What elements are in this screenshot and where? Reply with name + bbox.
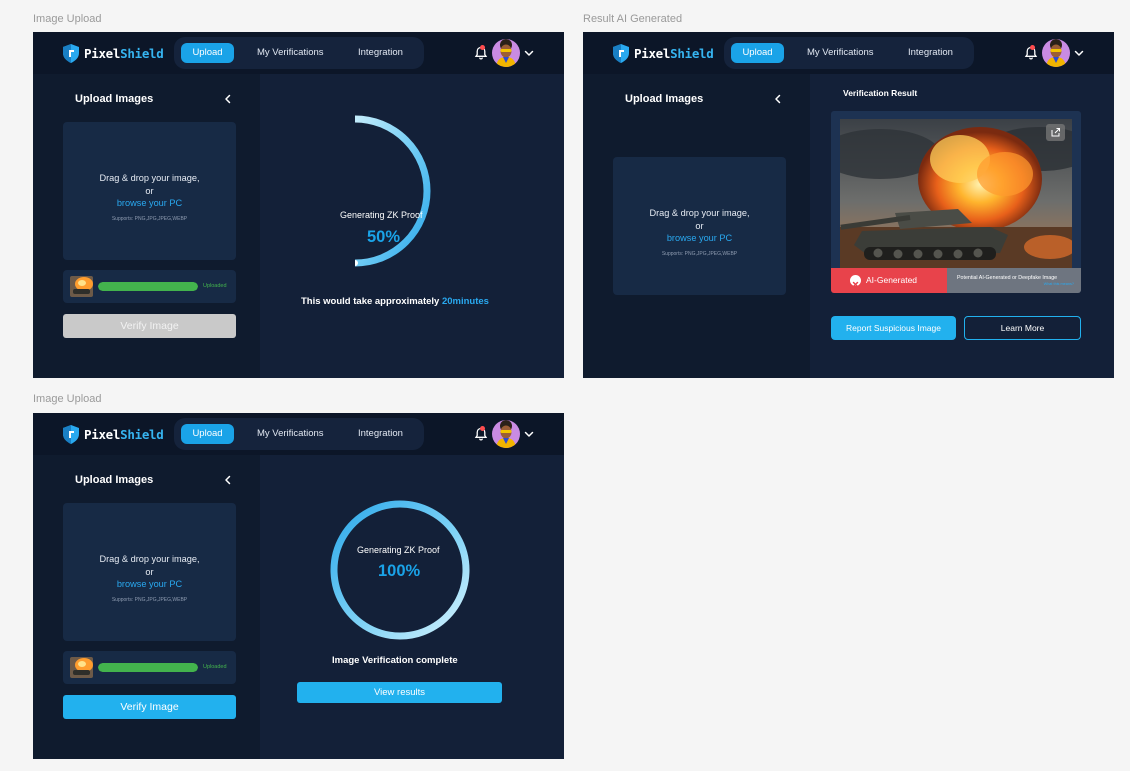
notification-dot xyxy=(1030,45,1035,50)
proof-area: Generating ZK Proof 100% Image Verificat… xyxy=(260,455,564,759)
top-bar: PixelShield Upload My Verifications Inte… xyxy=(33,413,564,455)
uploaded-file-row: Uploaded xyxy=(63,651,236,684)
browse-link[interactable]: browse your PC xyxy=(613,232,786,245)
file-thumbnail xyxy=(70,657,93,678)
proof-label: Generating ZK Proof xyxy=(340,210,423,220)
dropzone[interactable]: Drag & drop your image, or browse your P… xyxy=(63,122,236,260)
dropzone-or: or xyxy=(145,185,154,196)
proof-progress-arc xyxy=(355,115,431,267)
logo[interactable]: PixelShield xyxy=(63,425,164,444)
upload-panel-title: Upload Images xyxy=(625,93,704,105)
dropzone-text: Drag & drop your image, xyxy=(99,554,200,564)
main-nav: Upload My Verifications Integration xyxy=(174,418,424,450)
proof-percent: 50% xyxy=(367,228,401,246)
verification-complete-text: Image Verification complete xyxy=(332,655,458,666)
logo[interactable]: PixelShield xyxy=(63,44,164,63)
upload-screen-complete: PixelShield Upload My Verifications Inte… xyxy=(33,413,564,759)
frame-label: Image Upload xyxy=(33,13,102,25)
shield-logo-icon xyxy=(63,44,79,63)
share-icon[interactable] xyxy=(1046,124,1065,141)
chevron-down-icon[interactable] xyxy=(524,48,534,58)
nav-my-verifications[interactable]: My Verifications xyxy=(257,43,324,63)
upload-progress-bar xyxy=(98,663,198,672)
supported-formats: Supports: PNG,JPG,JPEG,WEBP xyxy=(111,596,188,603)
proof-percent: 100% xyxy=(378,562,421,580)
notification-dot xyxy=(480,426,485,431)
logo[interactable]: PixelShield xyxy=(613,44,714,63)
view-results-button[interactable]: View results xyxy=(297,682,502,703)
dropzone[interactable]: Drag & drop your image, or browse your P… xyxy=(63,503,236,641)
upload-screen-progress: PixelShield Upload My Verifications Inte… xyxy=(33,32,564,378)
notification-dot xyxy=(480,45,485,50)
upload-progress-fill xyxy=(98,282,198,291)
logo-text: PixelShield xyxy=(84,427,164,442)
verified-image xyxy=(840,119,1072,269)
upload-status: Uploaded xyxy=(203,283,227,289)
browse-link[interactable]: browse your PC xyxy=(63,578,236,591)
dropzone[interactable]: Drag & drop your image, or browse your P… xyxy=(613,157,786,295)
nav-my-verifications[interactable]: My Verifications xyxy=(257,424,324,444)
browse-link[interactable]: browse your PC xyxy=(63,197,236,210)
logo-text: PixelShield xyxy=(634,46,714,61)
upload-panel: Upload Images Drag & drop your image, or… xyxy=(33,74,260,378)
upload-panel-title: Upload Images xyxy=(75,474,154,486)
upload-panel: Upload Images Drag & drop your image, or… xyxy=(33,455,260,759)
top-bar: PixelShield Upload My Verifications Inte… xyxy=(583,32,1114,74)
frame-label: Image Upload xyxy=(33,393,102,405)
verification-result-title: Verification Result xyxy=(843,88,918,98)
shield-logo-icon xyxy=(63,425,79,444)
uploaded-file-row: Uploaded xyxy=(63,270,236,303)
nav-upload[interactable]: Upload xyxy=(181,424,234,444)
verify-image-button[interactable]: Verify Image xyxy=(63,314,236,338)
upload-panel-title: Upload Images xyxy=(75,93,154,105)
dropzone-or: or xyxy=(695,220,704,231)
supported-formats: Supports: PNG,JPG,JPEG,WEBP xyxy=(661,250,738,257)
avatar[interactable] xyxy=(492,420,520,448)
chevron-down-icon[interactable] xyxy=(1074,48,1084,58)
nav-my-verifications[interactable]: My Verifications xyxy=(807,43,874,63)
dropzone-or: or xyxy=(145,566,154,577)
upload-status: Uploaded xyxy=(203,664,227,670)
nav-upload[interactable]: Upload xyxy=(731,43,784,63)
chevron-left-icon[interactable] xyxy=(223,93,233,105)
eta-text: This would take approximately 20minutes xyxy=(301,296,489,307)
avatar[interactable] xyxy=(492,39,520,67)
nav-integration[interactable]: Integration xyxy=(358,424,403,444)
upload-progress-bar xyxy=(98,282,198,291)
learn-more-button[interactable]: Learn More xyxy=(964,316,1081,340)
proof-area: Generating ZK Proof 50% This would take … xyxy=(260,74,564,378)
proof-label: Generating ZK Proof xyxy=(357,545,440,555)
chevron-left-icon[interactable] xyxy=(223,474,233,486)
result-screen: PixelShield Upload My Verifications Inte… xyxy=(583,32,1114,378)
dropzone-text: Drag & drop your image, xyxy=(99,173,200,183)
what-this-means-link[interactable]: What this means? xyxy=(1044,282,1074,286)
shield-logo-icon xyxy=(613,44,629,63)
chevron-down-icon[interactable] xyxy=(524,429,534,439)
avatar[interactable] xyxy=(1042,39,1070,67)
supported-formats: Supports: PNG,JPG,JPEG,WEBP xyxy=(111,215,188,222)
frame-label: Result AI Generated xyxy=(583,13,683,25)
ai-generated-badge: AI-Generated xyxy=(831,268,947,293)
result-area: Verification Result AI-Generated Potenti… xyxy=(810,74,1114,378)
nav-upload[interactable]: Upload xyxy=(181,43,234,63)
result-description-text: Potential AI-Generated or Deepfake Image xyxy=(957,275,1058,281)
nav-integration[interactable]: Integration xyxy=(908,43,953,63)
tank-explosion-image xyxy=(840,119,1072,269)
verify-image-button[interactable]: Verify Image xyxy=(63,695,236,719)
main-nav: Upload My Verifications Integration xyxy=(724,37,974,69)
main-nav: Upload My Verifications Integration xyxy=(174,37,424,69)
file-thumbnail xyxy=(70,276,93,297)
result-card: AI-Generated Potential AI-Generated or D… xyxy=(831,111,1081,293)
close-circle-icon xyxy=(850,275,861,288)
result-description: Potential AI-Generated or Deepfake Image… xyxy=(947,268,1081,293)
upload-progress-fill xyxy=(98,663,198,672)
report-suspicious-button[interactable]: Report Suspicious Image xyxy=(831,316,956,340)
chevron-left-icon[interactable] xyxy=(773,93,783,105)
upload-panel: Upload Images Drag & drop your image, or… xyxy=(583,74,810,378)
dropzone-text: Drag & drop your image, xyxy=(649,208,750,218)
logo-text: PixelShield xyxy=(84,46,164,61)
ai-generated-label: AI-Generated xyxy=(866,275,918,285)
nav-integration[interactable]: Integration xyxy=(358,43,403,63)
top-bar: PixelShield Upload My Verifications Inte… xyxy=(33,32,564,74)
